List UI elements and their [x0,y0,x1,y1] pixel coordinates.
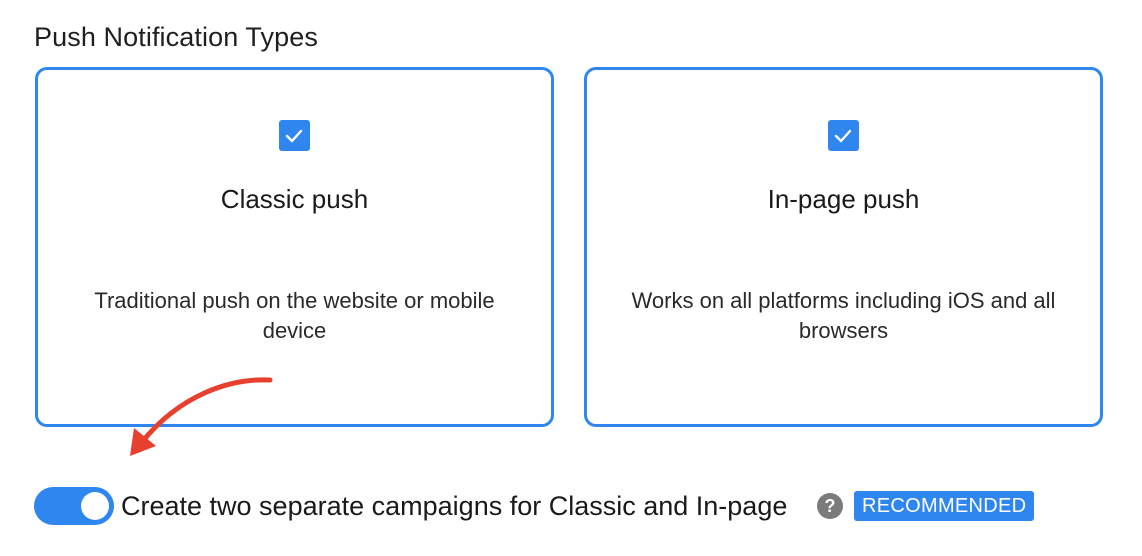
classic-push-card[interactable]: Classic push Traditional push on the web… [35,67,554,427]
recommended-badge: RECOMMENDED [854,491,1035,521]
toggle-knob [81,492,109,520]
in-page-push-checkbox[interactable] [827,120,859,151]
card-description: Traditional push on the website or mobil… [94,288,495,343]
classic-push-checkbox[interactable] [278,120,310,151]
annotation-arrow-icon [130,377,273,456]
separate-campaigns-toggle[interactable] [34,487,114,525]
separate-campaigns-label: Create two separate campaigns for Classi… [121,491,788,521]
checkmark-icon [285,129,303,142]
question-circle-icon[interactable]: ? [817,493,843,519]
section-title: Push Notification Types [34,22,318,52]
checkmark-icon [834,129,852,142]
card-title: In-page push [767,184,920,214]
card-title: Classic push [220,184,369,214]
card-description: Works on all platforms including iOS and… [631,288,1056,343]
in-page-push-card[interactable]: In-page push Works on all platforms incl… [584,67,1103,427]
